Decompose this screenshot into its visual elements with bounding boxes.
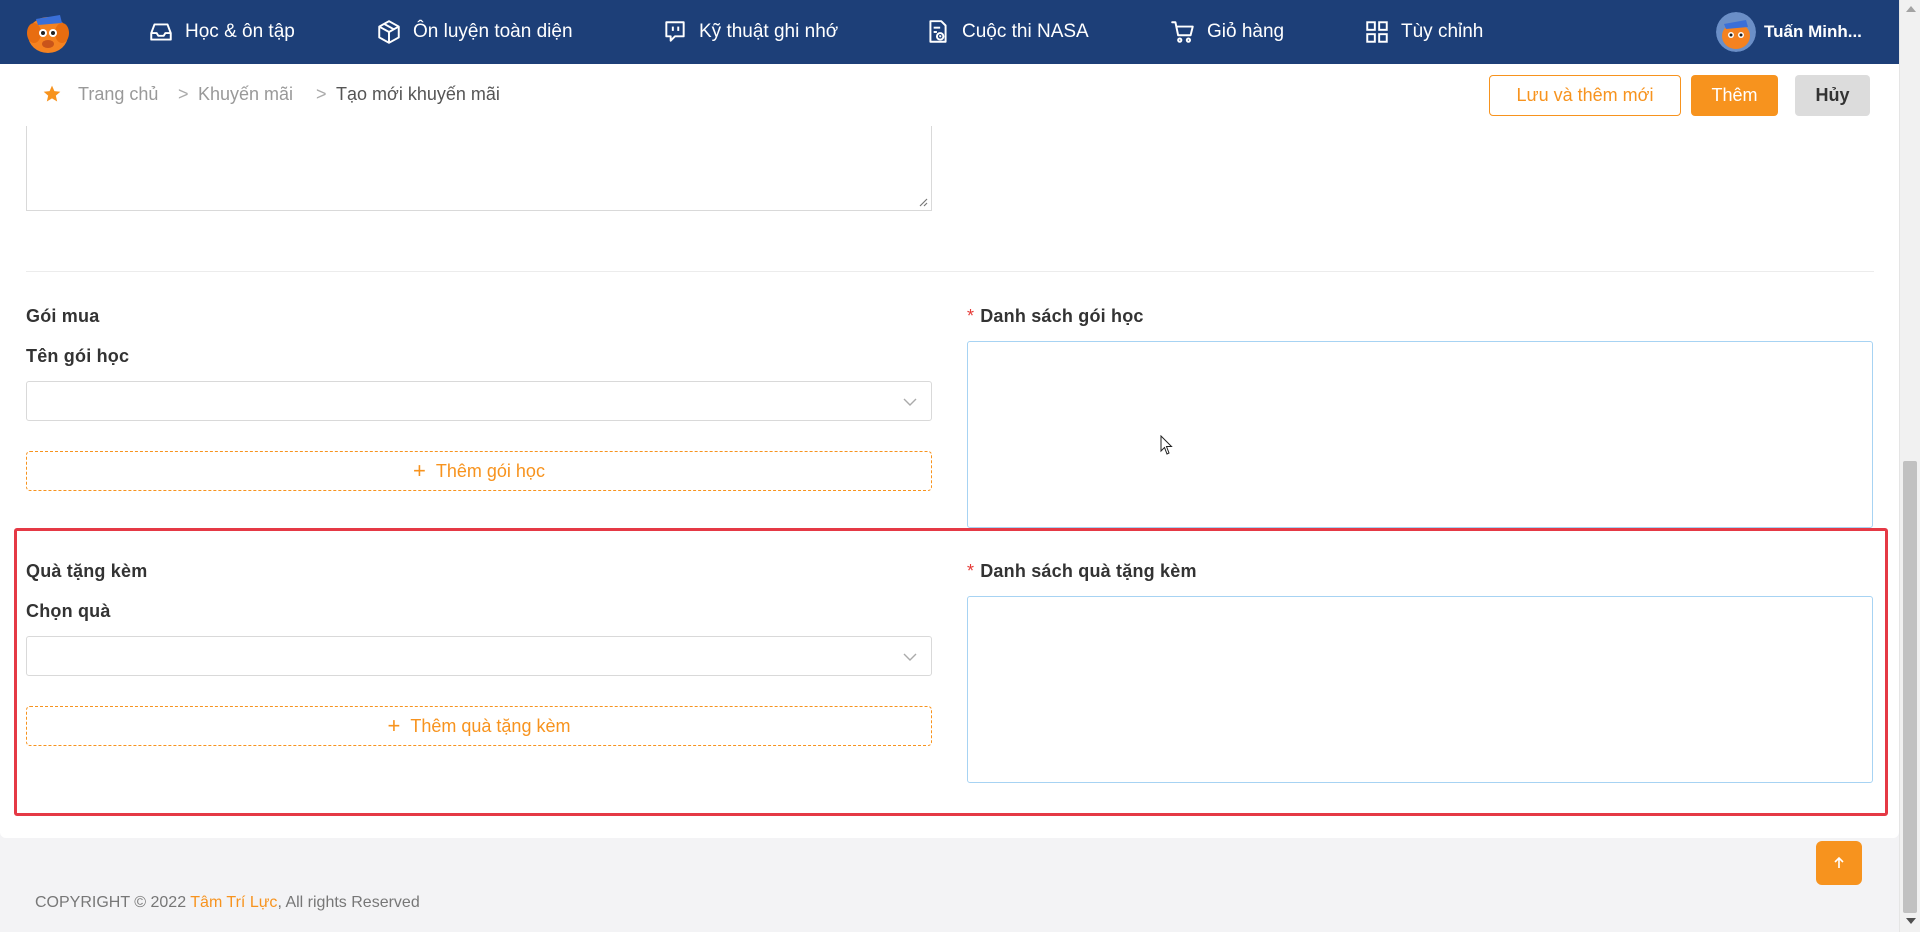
footer-prefix: COPYRIGHT © 2022 (35, 894, 191, 911)
cancel-button[interactable]: Hủy (1795, 75, 1870, 116)
add-package-button[interactable]: + Thêm gói học (26, 451, 932, 491)
chevron-down-icon (903, 398, 917, 406)
package-list-label: * Danh sách gói học (967, 306, 1144, 327)
nav-item-label: Kỹ thuật ghi nhớ (699, 21, 839, 42)
required-mark: * (967, 306, 975, 326)
document-clock-icon (929, 20, 947, 43)
scrollbar-thumb[interactable] (1903, 461, 1917, 913)
footer-brand-link[interactable]: Tâm Trí Lực (190, 894, 277, 911)
mouse-cursor-icon (1160, 435, 1173, 455)
divider (26, 271, 1874, 272)
nav-item-cuoc-thi[interactable]: Cuộc thi NASA (925, 0, 1089, 64)
footer-suffix: , All rights Reserved (277, 894, 420, 911)
vertical-scrollbar[interactable] (1899, 0, 1920, 932)
chat-brain-icon (665, 21, 685, 42)
description-textarea[interactable] (26, 126, 932, 211)
nav-item-ky-thuat[interactable]: Kỹ thuật ghi nhớ (662, 0, 838, 64)
breadcrumb-bar: Trang chủ > Khuyến mãi > Tạo mới khuyến … (0, 64, 1899, 126)
add-package-label: Thêm gói học (435, 460, 545, 481)
user-name: Tuấn Minh... (1764, 22, 1862, 41)
breadcrumb-current: Tạo mới khuyến mãi (336, 84, 500, 104)
scroll-to-top-button[interactable] (1816, 841, 1862, 885)
top-navbar: Học & ôn tập Ôn luyện toàn diện Kỹ thuật… (0, 0, 1899, 64)
nav-item-label: Ôn luyện toàn diện (413, 21, 573, 42)
cube-icon (378, 20, 400, 44)
nav-item-label: Giỏ hàng (1207, 21, 1285, 42)
breadcrumb-separator: > (316, 84, 327, 104)
package-name-label: Tên gói học (26, 346, 130, 366)
nav-item-label: Học & ôn tập (185, 21, 295, 42)
cart-icon (1171, 21, 1194, 43)
user-menu[interactable]: Tuấn Minh... (1716, 12, 1862, 52)
grid-icon (1366, 21, 1388, 43)
package-select[interactable] (26, 381, 932, 421)
scroll-down-arrow-icon[interactable] (1906, 918, 1916, 924)
package-list-label-text: Danh sách gói học (980, 306, 1144, 326)
nav-item-label: Tùy chỉnh (1401, 21, 1484, 42)
nav-item-gio-hang[interactable]: Giỏ hàng (1170, 0, 1284, 64)
breadcrumb-separator: > (178, 84, 189, 104)
scroll-up-arrow-icon[interactable] (1906, 6, 1916, 12)
nav-item-tuy-chinh[interactable]: Tùy chỉnh (1364, 0, 1483, 64)
package-list-box[interactable] (967, 341, 1873, 528)
avatar (1716, 12, 1756, 52)
breadcrumb-khuyen-mai[interactable]: Khuyến mãi (198, 84, 293, 105)
resize-handle-icon[interactable] (918, 197, 928, 207)
save-and-new-button[interactable]: Lưu và thêm mới (1489, 75, 1681, 116)
star-icon (43, 85, 61, 102)
nav-item-label: Cuộc thi NASA (962, 21, 1089, 42)
nav-item-on-luyen[interactable]: Ôn luyện toàn diện (376, 0, 573, 64)
package-section-title: Gói mua (26, 306, 100, 326)
plus-icon: + (413, 458, 426, 483)
add-button[interactable]: Thêm (1691, 75, 1778, 116)
breadcrumb-home[interactable]: Trang chủ (78, 84, 158, 105)
inbox-icon (150, 23, 172, 41)
logo-icon[interactable] (24, 9, 72, 55)
arrow-up-icon (1834, 856, 1844, 868)
nav-item-hoc-on-tap[interactable]: Học & ôn tập (148, 0, 295, 64)
highlight-box (14, 528, 1888, 816)
footer-copyright: COPYRIGHT © 2022 Tâm Trí Lực, All rights… (35, 894, 420, 912)
